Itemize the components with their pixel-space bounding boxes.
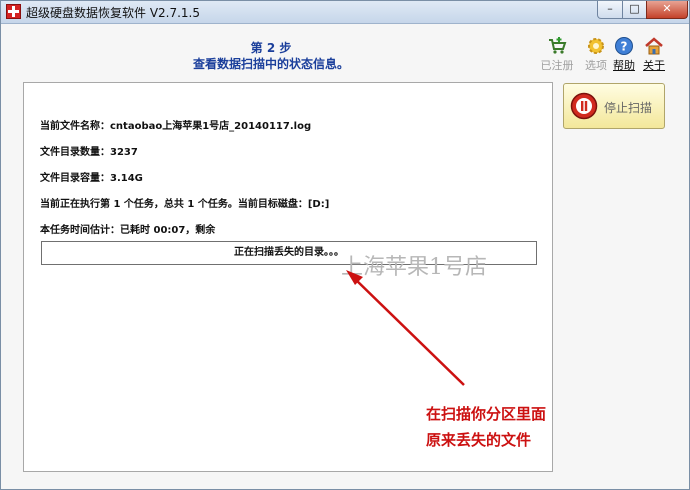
gear-icon xyxy=(588,38,604,54)
stop-scan-button[interactable]: 停止扫描 xyxy=(563,83,665,129)
help-label: 帮助 xyxy=(613,59,635,72)
minimize-button[interactable]: – xyxy=(597,1,623,19)
about-button[interactable]: 关于 xyxy=(637,36,671,72)
help-icon: ? xyxy=(615,37,633,55)
stop-icon xyxy=(570,92,598,120)
dir-count-label: 文件目录数量： xyxy=(40,147,110,158)
dir-count-row: 文件目录数量：3237 xyxy=(40,143,138,158)
file-name-label: 当前文件名称： xyxy=(40,121,110,132)
dir-size-row: 文件目录容量：3.14G xyxy=(40,169,143,184)
file-name-value: cntaobao上海苹果1号店_20140117.log xyxy=(110,121,312,132)
dir-count-value: 3237 xyxy=(110,147,138,158)
home-icon xyxy=(645,37,663,55)
task-progress-text: 当前正在执行第 1 个任务，总共 1 个任务。当前目标磁盘：[D:] xyxy=(40,199,330,210)
stop-scan-label: 停止扫描 xyxy=(604,101,653,115)
time-estimate-text: 本任务时间估计：已耗时 00:07，剩余 xyxy=(40,225,216,236)
watermark-text: 上海苹果1号店 xyxy=(341,255,487,280)
cart-icon xyxy=(549,37,567,54)
annotation-line-1: 在扫描你分区里面 xyxy=(426,405,547,423)
annotation-text: 在扫描你分区里面 原来丢失的文件 xyxy=(426,401,546,453)
file-name-row: 当前文件名称：cntaobao上海苹果1号店_20140117.log xyxy=(40,117,311,132)
annotation-line-2: 原来丢失的文件 xyxy=(426,431,532,449)
svg-text:?: ? xyxy=(621,40,628,54)
step-title: 第 2 步 xyxy=(250,41,292,55)
close-button[interactable]: ✕ xyxy=(646,1,688,19)
step-description: 查看数据扫描中的状态信息。 xyxy=(192,57,349,71)
register-label: 已注册 xyxy=(540,59,574,72)
app-logo-icon xyxy=(6,4,21,19)
register-button[interactable]: 已注册 xyxy=(538,36,576,72)
dir-size-label: 文件目录容量： xyxy=(40,173,110,184)
title-bar[interactable]: 超级硬盘数据恢复软件 V2.7.1.5 – □ ✕ xyxy=(1,1,689,24)
dir-size-value: 3.14G xyxy=(110,173,143,184)
about-label: 关于 xyxy=(643,59,665,72)
app-window: 超级硬盘数据恢复软件 V2.7.1.5 – □ ✕ 第 2 步 查看数据扫描中的… xyxy=(0,0,690,490)
window-title: 超级硬盘数据恢复软件 V2.7.1.5 xyxy=(26,6,201,20)
help-button[interactable]: ? 帮助 xyxy=(607,36,641,72)
maximize-button[interactable]: □ xyxy=(622,1,647,19)
